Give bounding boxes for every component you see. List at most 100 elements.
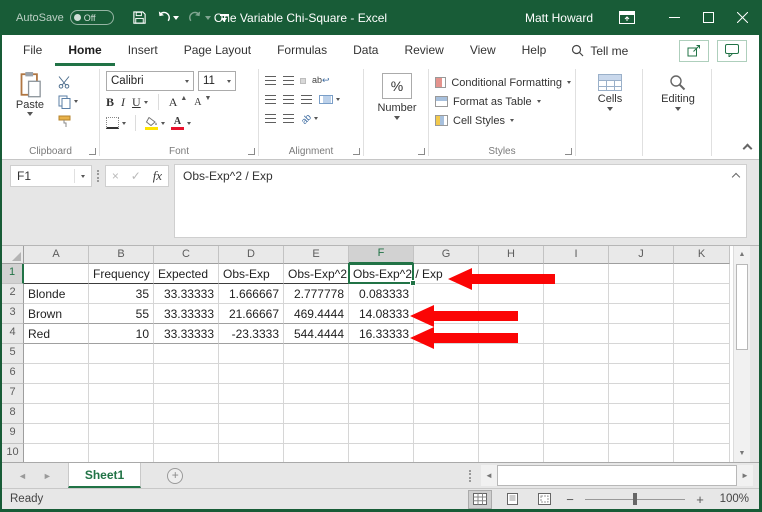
cell-F10[interactable] [349, 444, 414, 462]
row-header-5[interactable]: 5 [2, 344, 24, 364]
cell-I8[interactable] [544, 404, 609, 424]
increase-indent-button[interactable] [283, 114, 294, 123]
cell-D2[interactable]: 1.666667 [219, 284, 284, 304]
formula-input[interactable]: Obs-Exp^2 / Exp [174, 164, 747, 238]
user-name[interactable]: Matt Howard [525, 11, 593, 25]
cell-A2[interactable]: Blonde [24, 284, 89, 304]
cell-F4[interactable]: 16.33333 [349, 324, 414, 344]
cell-I4[interactable] [544, 324, 609, 344]
column-header-A[interactable]: A [24, 246, 89, 264]
normal-view-button[interactable] [468, 489, 492, 509]
close-button[interactable] [725, 0, 759, 35]
cell-K2[interactable] [674, 284, 730, 304]
styles-dialog-launcher[interactable] [565, 148, 572, 155]
select-all-corner[interactable] [2, 246, 24, 264]
cell-G10[interactable] [414, 444, 479, 462]
clipboard-dialog-launcher[interactable] [89, 148, 96, 155]
column-header-G[interactable]: G [414, 246, 479, 264]
cell-B8[interactable] [89, 404, 154, 424]
cell-C8[interactable] [154, 404, 219, 424]
cell-H7[interactable] [479, 384, 544, 404]
cell-G8[interactable] [414, 404, 479, 424]
enter-button[interactable]: ✓ [131, 169, 141, 183]
name-box[interactable]: F1 [10, 165, 92, 187]
cell-D1[interactable]: Obs-Exp [219, 264, 284, 284]
tab-file[interactable]: File [10, 35, 55, 66]
cell-I2[interactable] [544, 284, 609, 304]
cell-I10[interactable] [544, 444, 609, 462]
cell-B7[interactable] [89, 384, 154, 404]
cell-J6[interactable] [609, 364, 674, 384]
font-family-select[interactable]: Calibri [106, 71, 194, 91]
editing-menu-button[interactable]: Editing [661, 74, 695, 159]
cell-H5[interactable] [479, 344, 544, 364]
cell-J7[interactable] [609, 384, 674, 404]
cell-E4[interactable]: 544.4444 [284, 324, 349, 344]
cell-K3[interactable] [674, 304, 730, 324]
conditional-formatting-button[interactable]: Conditional Formatting [435, 73, 571, 92]
cell-E10[interactable] [284, 444, 349, 462]
column-header-E[interactable]: E [284, 246, 349, 264]
italic-button[interactable]: I [121, 95, 125, 110]
cell-J9[interactable] [609, 424, 674, 444]
cell-E2[interactable]: 2.777778 [284, 284, 349, 304]
cell-I5[interactable] [544, 344, 609, 364]
insert-function-button[interactable]: fx [153, 168, 162, 184]
cell-K10[interactable] [674, 444, 730, 462]
cell-H10[interactable] [479, 444, 544, 462]
cell-G6[interactable] [414, 364, 479, 384]
cell-F9[interactable] [349, 424, 414, 444]
cell-F5[interactable] [349, 344, 414, 364]
format-as-table-button[interactable]: Format as Table [435, 92, 571, 111]
cell-A9[interactable] [24, 424, 89, 444]
cell-I3[interactable] [544, 304, 609, 324]
minimize-button[interactable] [657, 0, 691, 35]
new-sheet-button[interactable]: + [167, 467, 184, 484]
cell-G4[interactable] [414, 324, 479, 344]
cell-K1[interactable] [674, 264, 730, 284]
cell-F2[interactable]: 0.083333 [349, 284, 414, 304]
cell-E6[interactable] [284, 364, 349, 384]
cell-H3[interactable] [479, 304, 544, 324]
zoom-in-button[interactable]: + [695, 492, 705, 507]
cell-D3[interactable]: 21.66667 [219, 304, 284, 324]
row-header-1[interactable]: 1 [2, 264, 24, 284]
decrease-indent-button[interactable] [265, 114, 276, 123]
wrap-text-button[interactable]: ab↩ [312, 75, 330, 86]
column-header-H[interactable]: H [479, 246, 544, 264]
cell-C5[interactable] [154, 344, 219, 364]
cell-D5[interactable] [219, 344, 284, 364]
cell-K8[interactable] [674, 404, 730, 424]
cell-A6[interactable] [24, 364, 89, 384]
cell-J3[interactable] [609, 304, 674, 324]
vertical-scroll-thumb[interactable] [736, 264, 748, 350]
cell-C1[interactable]: Expected [154, 264, 219, 284]
cell-B1[interactable]: Frequency [89, 264, 154, 284]
cell-G2[interactable] [414, 284, 479, 304]
borders-button[interactable] [106, 116, 126, 131]
cell-F3[interactable]: 14.08333 [349, 304, 414, 324]
cell-G3[interactable] [414, 304, 479, 324]
horizontal-scrollbar[interactable]: ◄ ► [481, 465, 753, 486]
prev-sheet-button[interactable]: ◄ [18, 471, 27, 481]
cell-F1[interactable]: Obs-Exp^2 / Exp [348, 263, 443, 286]
cell-J4[interactable] [609, 324, 674, 344]
row-header-9[interactable]: 9 [2, 424, 24, 444]
zoom-slider[interactable] [585, 493, 685, 505]
align-right-button[interactable] [301, 95, 312, 104]
cell-B6[interactable] [89, 364, 154, 384]
number-dialog-launcher[interactable] [418, 148, 425, 155]
cell-D7[interactable] [219, 384, 284, 404]
row-header-4[interactable]: 4 [2, 324, 24, 344]
orientation-button[interactable]: ab [299, 111, 319, 126]
cell-C9[interactable] [154, 424, 219, 444]
cell-I9[interactable] [544, 424, 609, 444]
cell-K9[interactable] [674, 424, 730, 444]
tab-insert[interactable]: Insert [115, 35, 171, 66]
bold-button[interactable]: B [106, 95, 114, 110]
tab-review[interactable]: Review [391, 35, 456, 66]
ribbon-display-options-button[interactable] [619, 11, 635, 24]
autosave-toggle[interactable]: AutoSave Off [16, 10, 114, 25]
underline-button[interactable]: U [132, 95, 148, 110]
tab-formulas[interactable]: Formulas [264, 35, 340, 66]
